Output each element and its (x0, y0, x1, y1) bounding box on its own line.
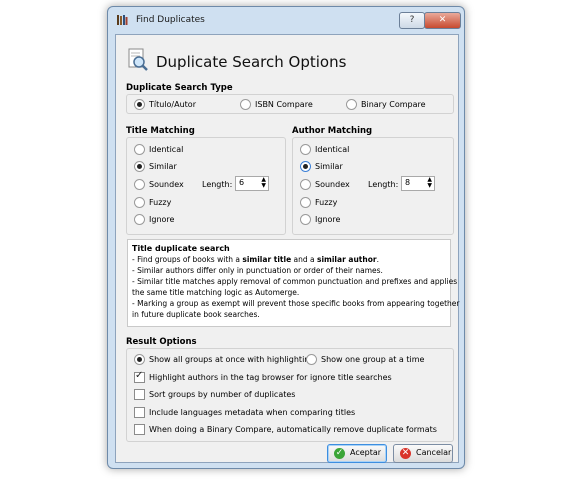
spin-arrows-icon[interactable]: ▲ ▼ (261, 177, 266, 189)
radio-isbn-compare[interactable] (240, 99, 251, 110)
title-radio-similar-label: Similar (149, 162, 177, 171)
description-line: - Similar authors differ only in punctua… (132, 266, 383, 275)
radio-show-all-groups-label: Show all groups at once with highlightin… (149, 355, 315, 364)
search-type-label: Duplicate Search Type (126, 83, 233, 93)
checkbox-binary-remove[interactable] (134, 424, 145, 435)
title-length-value: 6 (239, 178, 245, 187)
description-line: - Find groups of books with a similar ti… (132, 255, 379, 264)
author-radio-fuzzy[interactable] (300, 197, 311, 208)
radio-binary-compare[interactable] (346, 99, 357, 110)
title-length-spinbox[interactable]: 6 ▲ ▼ (235, 176, 269, 191)
author-radio-fuzzy-label: Fuzzy (315, 198, 338, 207)
ok-button[interactable]: ✓ Aceptar (327, 444, 387, 463)
checkbox-binary-remove-label: When doing a Binary Compare, automatical… (149, 425, 437, 434)
radio-show-all-groups[interactable] (134, 354, 145, 365)
title-bar[interactable]: Find Duplicates ? ✕ (108, 7, 464, 33)
title-radio-ignore-label: Ignore (149, 215, 175, 224)
description-line: - Similar title matches apply removal of… (132, 277, 458, 286)
cancel-button[interactable]: ✕ Cancelar (393, 444, 453, 463)
title-radio-fuzzy[interactable] (134, 197, 145, 208)
checkbox-sort-groups[interactable] (134, 389, 145, 400)
author-radio-soundex[interactable] (300, 179, 311, 190)
radio-show-one-group-label: Show one group at a time (321, 355, 425, 364)
search-document-icon (128, 48, 148, 71)
help-button[interactable]: ? (399, 12, 425, 29)
author-matching-label: Author Matching (292, 126, 373, 136)
title-radio-ignore[interactable] (134, 214, 145, 225)
title-radio-soundex[interactable] (134, 179, 145, 190)
radio-show-one-group[interactable] (306, 354, 317, 365)
title-matching-label: Title Matching (126, 126, 195, 136)
author-radio-identical[interactable] (300, 144, 311, 155)
dialog-body: Duplicate Search Options Duplicate Searc… (115, 34, 460, 463)
author-length-label: Length: (368, 180, 399, 189)
checkbox-include-languages-label: Include languages metadata when comparin… (149, 408, 356, 417)
cancel-icon: ✕ (400, 448, 411, 459)
checkbox-highlight-authors[interactable] (134, 370, 145, 383)
author-radio-similar[interactable] (300, 161, 311, 172)
author-radio-ignore-label: Ignore (315, 215, 341, 224)
radio-isbn-compare-label: ISBN Compare (255, 100, 313, 109)
author-length-value: 8 (405, 178, 411, 187)
description-line: in future duplicate book searches. (132, 310, 260, 319)
title-length-label: Length: (202, 180, 233, 189)
description-box: Title duplicate search - Find groups of … (127, 239, 460, 327)
checkbox-include-languages[interactable] (134, 407, 145, 418)
spin-arrows-icon[interactable]: ▲ ▼ (427, 177, 432, 189)
title-radio-identical-label: Identical (149, 145, 184, 154)
check-icon: ✓ (334, 448, 345, 459)
title-radio-identical[interactable] (134, 144, 145, 155)
author-radio-similar-label: Similar (315, 162, 343, 171)
checkbox-sort-groups-label: Sort groups by number of duplicates (149, 390, 296, 399)
result-options-label: Result Options (126, 337, 197, 347)
description-line: - Marking a group as exempt will prevent… (132, 299, 460, 308)
checkbox-highlight-authors-label: Highlight authors in the tag browser for… (149, 373, 392, 382)
books-icon (117, 15, 128, 25)
title-radio-soundex-label: Soundex (149, 180, 184, 189)
radio-binary-compare-label: Binary Compare (361, 100, 426, 109)
author-radio-ignore[interactable] (300, 214, 311, 225)
author-length-spinbox[interactable]: 8 ▲ ▼ (401, 176, 435, 191)
description-line: the same title matching logic as Automer… (132, 288, 300, 297)
find-duplicates-window: Find Duplicates ? ✕ Duplicate Search Opt… (107, 6, 465, 469)
radio-titulo-autor[interactable] (134, 99, 145, 110)
description-heading: Title duplicate search (132, 244, 230, 253)
radio-titulo-autor-label: Título/Autor (149, 100, 196, 109)
author-radio-soundex-label: Soundex (315, 180, 350, 189)
title-radio-similar[interactable] (134, 161, 145, 172)
window-title: Find Duplicates (136, 15, 205, 25)
page-title: Duplicate Search Options (156, 53, 347, 71)
close-button[interactable]: ✕ (424, 12, 461, 29)
author-radio-identical-label: Identical (315, 145, 350, 154)
title-radio-fuzzy-label: Fuzzy (149, 198, 172, 207)
